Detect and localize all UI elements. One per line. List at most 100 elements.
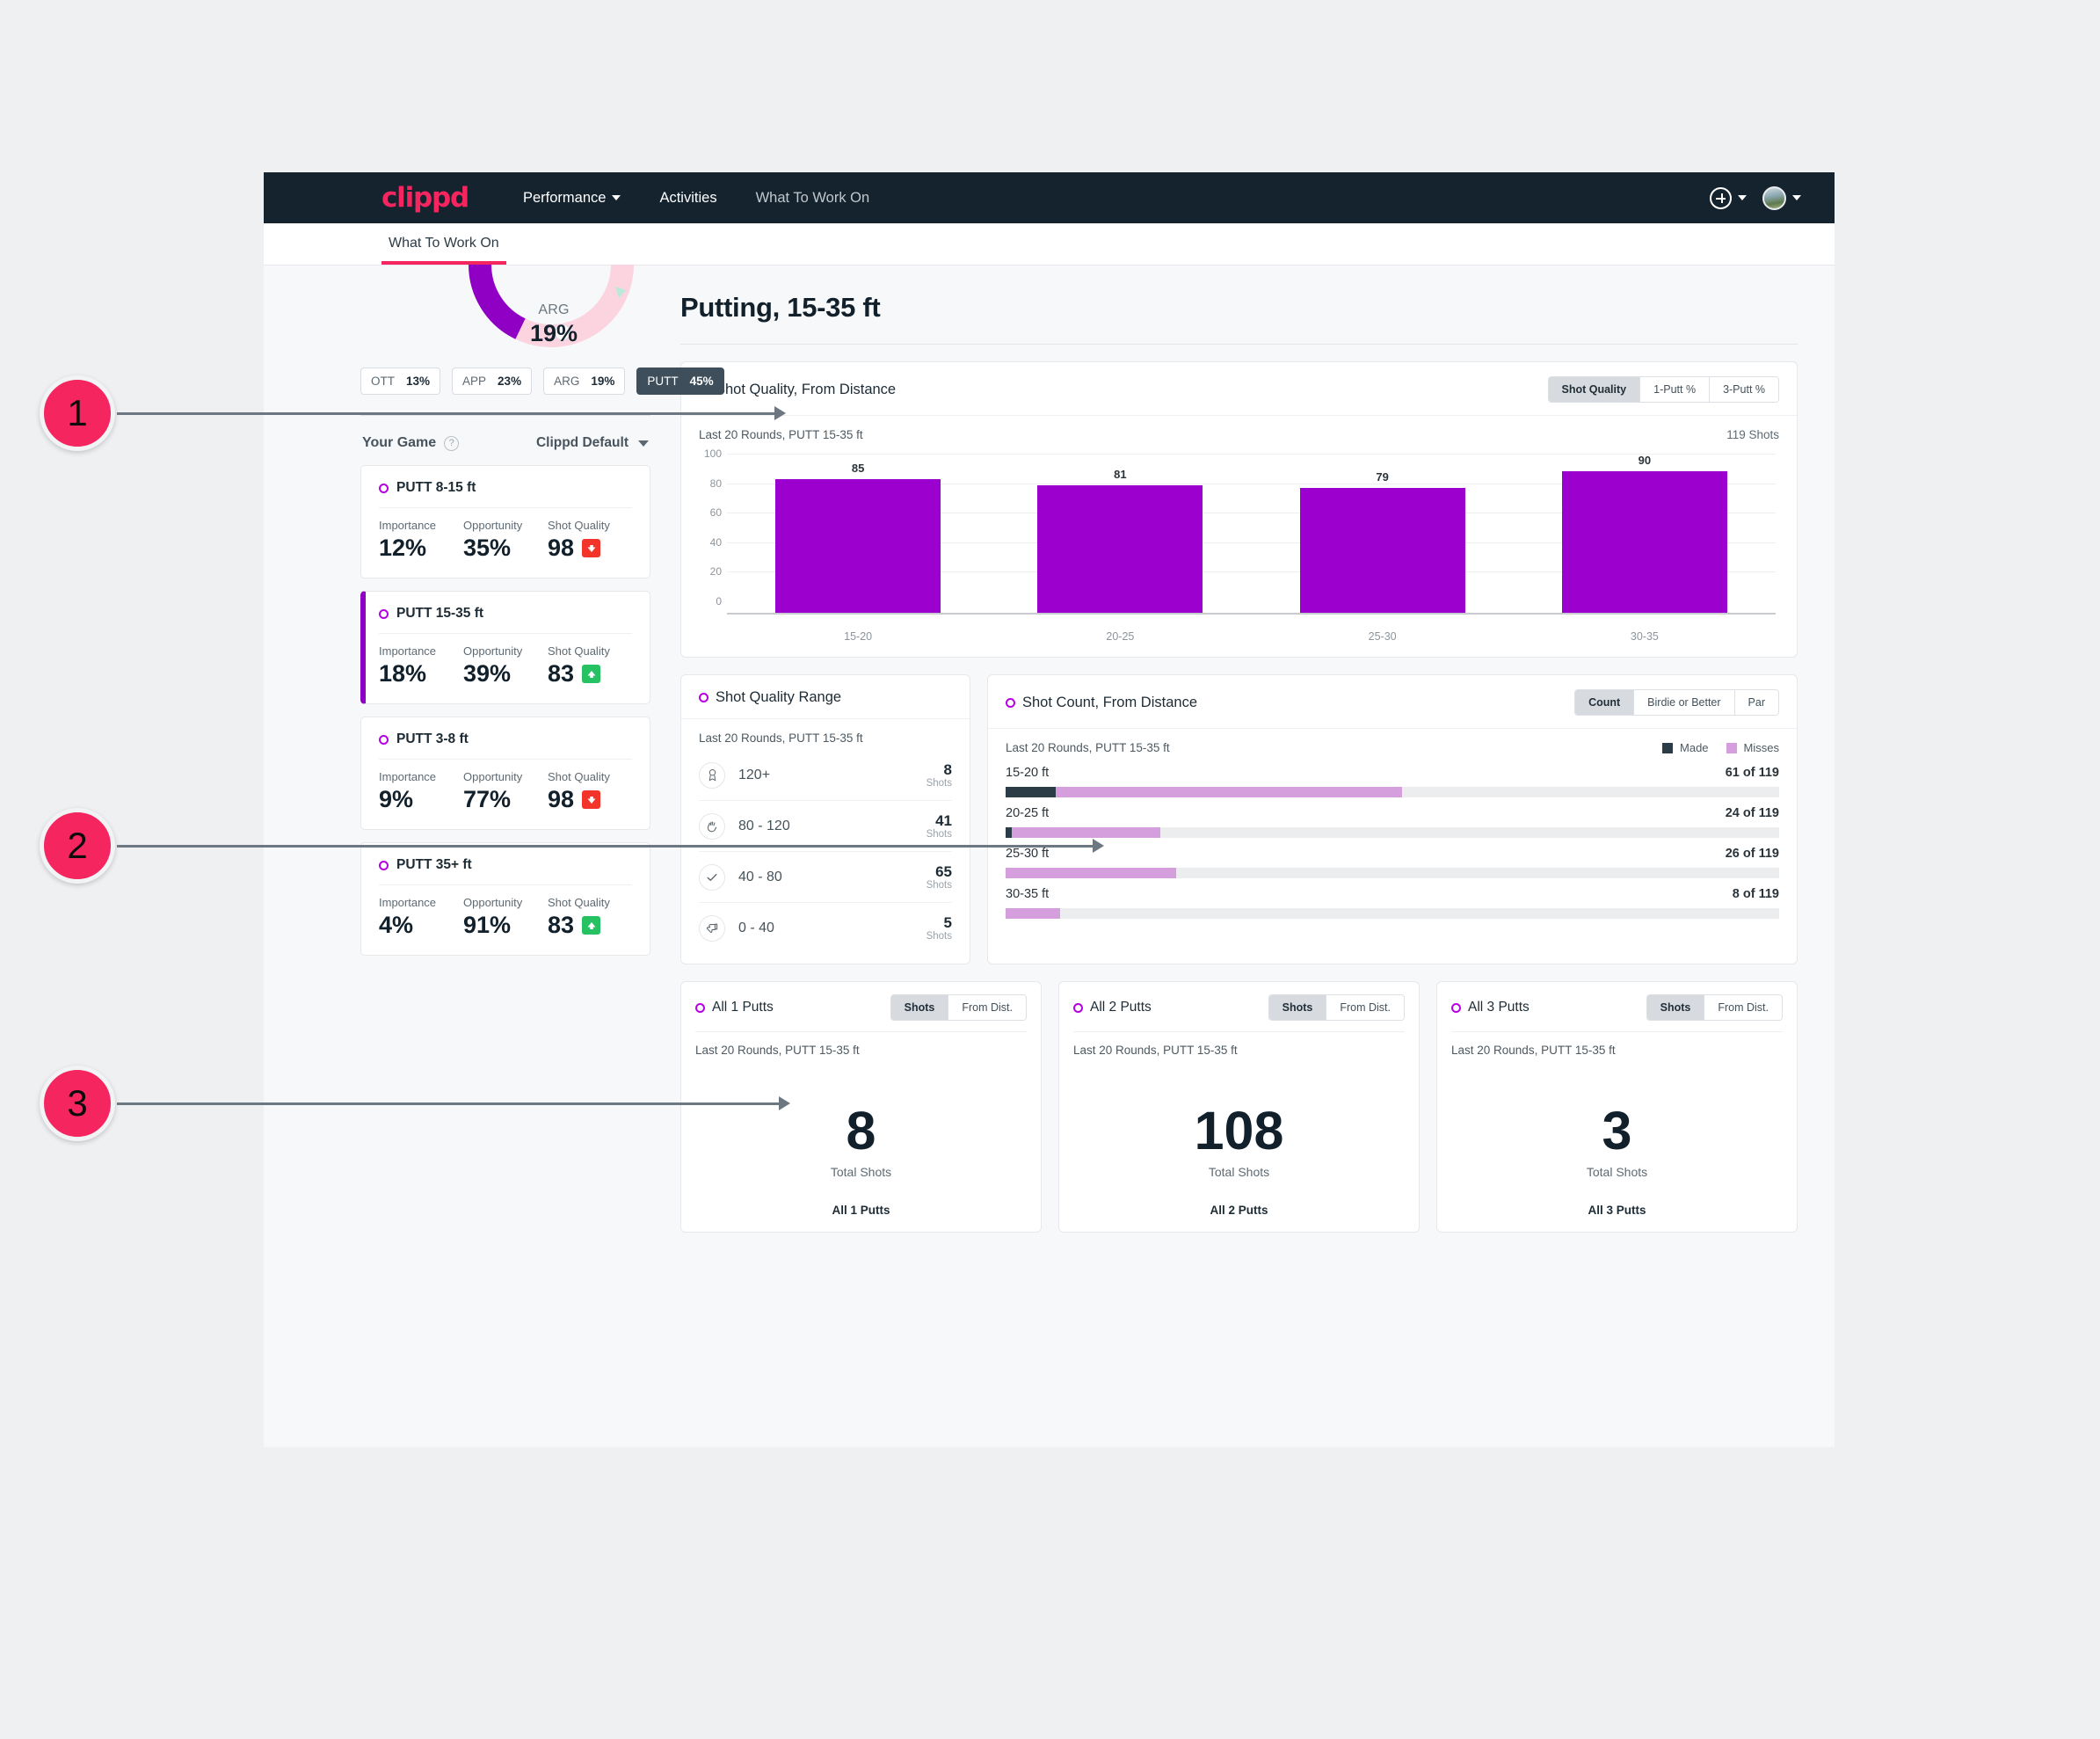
callout-1-arrowhead — [774, 406, 786, 420]
callout-2-arrowhead — [1093, 839, 1104, 853]
total-shots-label: Total Shots — [830, 1165, 892, 1179]
importance-value: 4% — [379, 912, 414, 938]
ring-icon — [695, 1002, 705, 1013]
card-subtitle-row: Last 20 Rounds, PUTT 15-35 ft 119 Shots — [681, 416, 1797, 447]
row-header: 15-20 ft 61 of 119 — [1006, 766, 1779, 780]
card-title: All 2 Putts — [1073, 1000, 1152, 1015]
trend-up-icon — [582, 916, 601, 935]
shot-quality-value-wrap: 98 — [548, 535, 632, 562]
bar-cell[interactable]: 79 — [1252, 452, 1514, 613]
metric-card-title-text: PUTT 8-15 ft — [396, 480, 476, 495]
metric-card-putt-15-35[interactable]: PUTT 15-35 ft Importance 18% Opportunity… — [360, 591, 650, 704]
divider — [379, 633, 632, 634]
profile-menu[interactable] — [1762, 186, 1801, 210]
ring-icon — [1006, 697, 1015, 708]
toggle-count[interactable]: Count — [1575, 690, 1635, 715]
card-title: Shot Count, From Distance — [1006, 695, 1197, 711]
bar[interactable] — [1299, 488, 1465, 613]
distance-label: 30-35 ft — [1006, 887, 1050, 901]
toggle-1-putt-pct[interactable]: 1-Putt % — [1640, 377, 1711, 402]
trophy-icon — [699, 761, 725, 789]
metric-card-title: PUTT 15-35 ft — [379, 606, 632, 622]
bar[interactable] — [775, 478, 941, 613]
card-header: Shot Quality Range — [681, 675, 970, 718]
quality-range-row[interactable]: 0 - 40 5 Shots — [681, 903, 970, 953]
shot-count-row[interactable]: 30-35 ft 8 of 119 — [988, 881, 1797, 921]
quality-range-row[interactable]: 120+ 8 Shots — [681, 750, 970, 800]
shot-quality-value: 83 — [548, 660, 575, 687]
thumbs-down-icon — [699, 914, 725, 942]
bar[interactable] — [1037, 484, 1203, 613]
row-header: 30-35 ft 8 of 119 — [1006, 887, 1779, 901]
y-tick-60: 60 — [709, 506, 722, 520]
range-count-value: 5 — [943, 914, 952, 931]
x-tick: 15-20 — [844, 630, 873, 643]
range-count-value: 8 — [943, 761, 952, 778]
toggle-shots[interactable]: Shots — [890, 995, 949, 1020]
toggle-from-dist[interactable]: From Dist. — [1704, 995, 1782, 1020]
toggle-3-putt-pct[interactable]: 3-Putt % — [1710, 377, 1778, 402]
nav-item-what-to-work-on[interactable]: What To Work On — [756, 190, 870, 207]
bar[interactable] — [1561, 470, 1727, 613]
toggle-par[interactable]: Par — [1734, 690, 1778, 715]
bar-value-label: 85 — [851, 461, 865, 475]
card-title-text: Shot Count, From Distance — [1022, 694, 1197, 710]
toggle-from-dist[interactable]: From Dist. — [1326, 995, 1404, 1020]
card-footer: All 3 Putts — [1588, 1204, 1646, 1217]
toggle-from-dist[interactable]: From Dist. — [948, 995, 1026, 1020]
callout-1-line — [117, 411, 776, 415]
total-shots-label: Total Shots — [1208, 1165, 1270, 1179]
arc-value: 19% — [529, 320, 578, 346]
putt-toggle-group: Shots From Dist. — [1268, 994, 1405, 1021]
category-arc-chart: ARG 19% — [360, 264, 650, 347]
card-subtitle-row: Last 20 Rounds, PUTT 15-35 ft Made Misse… — [988, 729, 1797, 760]
card-header: Shot Count, From Distance Count Birdie o… — [988, 675, 1797, 728]
metric-card-title-text: PUTT 15-35 ft — [396, 606, 484, 621]
card-header: All 3 Putts Shots From Dist. — [1437, 982, 1797, 1031]
range-label: 0 - 40 — [738, 920, 774, 935]
row-header: 25-30 ft 26 of 119 — [1006, 847, 1779, 861]
metric-row: Importance 4% Opportunity 91% Shot Quali… — [379, 896, 632, 939]
card-subtitle-row: Last 20 Rounds, PUTT 15-35 ft — [1437, 1032, 1797, 1057]
metric-card-putt-8-15[interactable]: PUTT 8-15 ft Importance 12% Opportunity … — [360, 465, 650, 578]
shot-quality-toggle-group: Shot Quality 1-Putt % 3-Putt % — [1547, 376, 1779, 403]
clippd-logo[interactable]: clippd — [381, 182, 469, 214]
distance-value: 24 of 119 — [1725, 806, 1779, 820]
shot-count-row[interactable]: 15-20 ft 61 of 119 — [988, 760, 1797, 800]
range-label: 120+ — [738, 767, 771, 782]
bar-cell[interactable]: 81 — [989, 452, 1251, 613]
metric-opportunity: Opportunity 91% — [463, 896, 548, 939]
metric-importance: Importance 18% — [379, 644, 463, 688]
divider — [379, 884, 632, 885]
range-count-unit: Shots — [926, 931, 952, 942]
arc-category-label: ARG — [538, 302, 570, 317]
add-menu[interactable] — [1710, 186, 1747, 209]
opportunity-value: 91% — [463, 912, 512, 938]
putt-toggle-group: Shots From Dist. — [1646, 994, 1783, 1021]
importance-value: 12% — [379, 535, 427, 561]
page-title: Putting, 15-35 ft — [680, 292, 881, 323]
toggle-shots[interactable]: Shots — [1268, 995, 1327, 1020]
importance-value: 18% — [379, 660, 427, 687]
toggle-birdie-or-better[interactable]: Birdie or Better — [1634, 690, 1735, 715]
toggle-shot-quality[interactable]: Shot Quality — [1548, 377, 1641, 402]
toggle-shots[interactable]: Shots — [1646, 995, 1705, 1020]
metric-card-title: PUTT 8-15 ft — [379, 480, 632, 496]
legend-label-misses: Misses — [1743, 741, 1779, 754]
legend-swatch-misses — [1726, 742, 1737, 753]
card-header: Shot Quality, From Distance Shot Quality… — [681, 362, 1797, 415]
nav-activities-label: Activities — [659, 189, 717, 206]
x-tick: 30-35 — [1630, 630, 1659, 643]
range-count-unit: Shots — [926, 778, 952, 789]
metric-opportunity: Opportunity 35% — [463, 519, 548, 562]
bar-cell[interactable]: 85 — [727, 452, 989, 613]
card-title: Shot Quality Range — [699, 689, 841, 706]
shot-count-text: 119 Shots — [1726, 428, 1779, 441]
avatar — [1762, 186, 1786, 210]
nav-item-activities[interactable]: Activities — [659, 190, 716, 207]
card-title-text: All 3 Putts — [1468, 1000, 1530, 1015]
bar-cell[interactable]: 90 — [1514, 452, 1776, 613]
y-tick-20: 20 — [709, 565, 722, 578]
callout-1: 1 — [40, 375, 791, 451]
divider — [379, 507, 632, 508]
